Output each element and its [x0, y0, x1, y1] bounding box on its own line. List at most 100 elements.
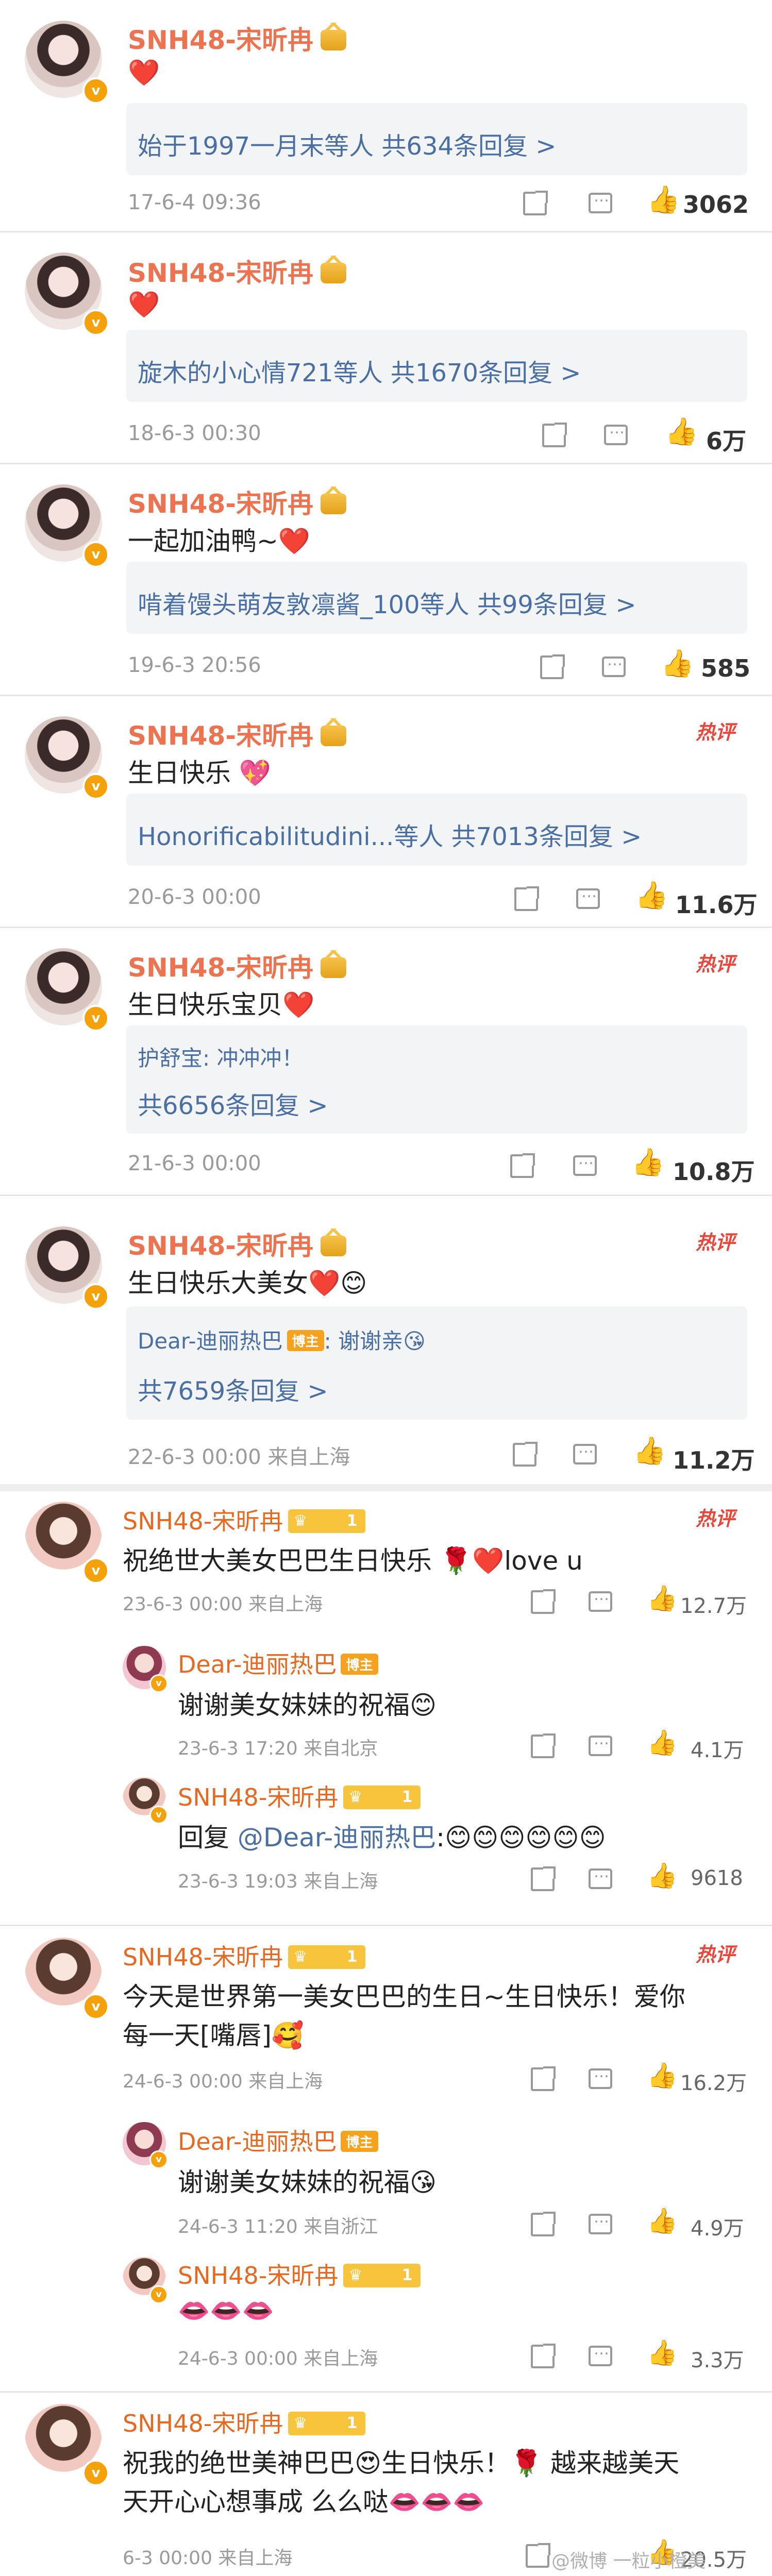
username[interactable]: SNH48-宋昕冉: [128, 947, 347, 984]
watermark: @微博 一粒小橙美: [551, 2551, 706, 2572]
share-icon[interactable]: [513, 1442, 538, 1467]
like-icon[interactable]: 👍: [661, 650, 694, 677]
comment-card: v SNH48-宋昕冉 热评 生日快乐宝贝❤️ 护舒宝: 冲冲冲！ 共6656条…: [0, 928, 772, 1196]
comment-icon[interactable]: [589, 2341, 612, 2366]
comment-text: 生日快乐 💖: [128, 758, 272, 788]
reply-preview[interactable]: 旋木的小心情721等人 共1670条回复 >: [126, 330, 747, 402]
comment-icon[interactable]: [589, 1586, 612, 1612]
timestamp: 21-6-3 00:00: [128, 1152, 261, 1175]
share-icon[interactable]: [531, 1866, 556, 1891]
share-icon[interactable]: [531, 2344, 556, 2368]
verified-icon: v: [149, 2285, 168, 2304]
blogger-badge: 博主: [341, 2131, 378, 2152]
reply-preview[interactable]: Honorificabilitudini...等人 共7013条回复 >: [126, 794, 747, 866]
reply-line[interactable]: Dear-迪丽热巴 博主: 谢谢亲😘: [138, 1324, 426, 1355]
divider: [0, 2391, 772, 2393]
reply-username[interactable]: SNH48-宋昕冉1: [178, 1779, 421, 1813]
comment-icon[interactable]: [589, 1863, 612, 1889]
share-icon[interactable]: [526, 2543, 550, 2568]
username[interactable]: SNH48-宋昕冉: [128, 20, 347, 57]
share-icon[interactable]: [531, 2212, 556, 2236]
timestamp: 23-6-3 19:03 来自上海: [178, 1871, 378, 1892]
like-icon[interactable]: 👍: [647, 187, 680, 213]
username[interactable]: SNH48-宋昕冉1: [123, 2405, 366, 2439]
reply-preview[interactable]: 始于1997一月末等人 共634条回复 >: [126, 103, 747, 175]
like-icon[interactable]: 👍: [647, 2063, 678, 2088]
share-icon[interactable]: [542, 423, 567, 447]
divider: [0, 1925, 772, 1926]
like-icon[interactable]: 👍: [665, 418, 698, 445]
reply-summary[interactable]: 旋木的小心情721等人 共1670条回复 >: [138, 352, 581, 389]
like-count: 4.1万: [691, 1739, 744, 1762]
like-count: 3062: [683, 191, 749, 218]
username[interactable]: SNH48-宋昕冉1: [123, 1939, 366, 1973]
like-icon[interactable]: 👍: [647, 2341, 678, 2365]
reply-text: : 谢谢亲😘: [324, 1328, 426, 1354]
reply-summary[interactable]: Honorificabilitudini...等人 共7013条回复 >: [138, 816, 642, 852]
timestamp: 23-6-3 17:20 来自北京: [178, 1738, 378, 1759]
like-count: 16.2万: [680, 2072, 747, 2095]
like-icon[interactable]: 👍: [635, 882, 668, 909]
comment-thread: v SNH48-宋昕冉1 热评 祝绝世大美女巴巴生日快乐 🌹❤️love u 2…: [0, 1491, 772, 1914]
share-icon[interactable]: [531, 1733, 556, 1758]
share-icon[interactable]: [523, 191, 548, 215]
reply-summary[interactable]: 共6656条回复 >: [138, 1085, 328, 1121]
verified-icon: v: [82, 541, 109, 568]
like-icon[interactable]: 👍: [633, 1438, 666, 1464]
like-count: 4.9万: [691, 2217, 744, 2241]
reply-preview[interactable]: 啃着馒头萌友敦凛酱_100等人 共99条回复 >: [126, 562, 747, 634]
username[interactable]: SNH48-宋昕冉1: [123, 1503, 366, 1537]
mention-link[interactable]: @Dear-迪丽热巴: [238, 1823, 436, 1853]
verified-icon: v: [82, 2460, 109, 2486]
hot-comment-badge: 热评: [696, 1507, 735, 1530]
share-icon[interactable]: [510, 1153, 535, 1178]
comment-text-line2: 每一天[嘴唇]🥰: [123, 2021, 304, 2050]
reply-summary[interactable]: 始于1997一月末等人 共634条回复 >: [138, 126, 557, 162]
comment-thread: v SNH48-宋昕冉1 热评 今天是世界第一美女巴巴的生日~生日快乐！爱你 每…: [0, 1927, 772, 2391]
reply-preview[interactable]: 护舒宝: 冲冲冲！ 共6656条回复 >: [126, 1025, 747, 1134]
reply-username[interactable]: SNH48-宋昕冉1: [178, 2257, 421, 2291]
comment-icon[interactable]: [589, 188, 612, 213]
reply-summary[interactable]: 啃着馒头萌友敦凛酱_100等人 共99条回复 >: [138, 584, 636, 620]
reply-emoji: :😊😊😊😊😊😊: [436, 1823, 606, 1853]
comment-icon[interactable]: [602, 651, 626, 677]
username[interactable]: SNH48-宋昕冉: [128, 252, 347, 290]
reply-text: 谢谢美女妹妹的祝福😊: [178, 1690, 437, 1720]
comment-icon[interactable]: [604, 419, 628, 445]
crown-icon: [321, 718, 347, 746]
level-badge: 1: [288, 1945, 366, 1969]
comment-icon[interactable]: [589, 2063, 612, 2089]
hot-comment-badge: 热评: [696, 953, 735, 975]
reply-preview[interactable]: Dear-迪丽热巴 博主: 谢谢亲😘 共7659条回复 >: [126, 1306, 747, 1420]
reply-summary[interactable]: 共7659条回复 >: [138, 1371, 328, 1407]
reply-username[interactable]: Dear-迪丽热巴 博主: [178, 1646, 378, 1680]
comment-text: ❤️: [128, 290, 160, 319]
username[interactable]: SNH48-宋昕冉: [128, 715, 347, 752]
comment-card: v SNH48-宋昕冉 ❤️ 旋木的小心情721等人 共1670条回复 > 18…: [0, 232, 772, 464]
like-icon[interactable]: 👍: [647, 1586, 678, 1611]
reply-line[interactable]: 护舒宝: 冲冲冲！: [138, 1041, 304, 1072]
comment-icon[interactable]: [589, 1730, 612, 1756]
timestamp: 24-6-3 00:00 来自上海: [123, 2071, 323, 2092]
like-count: 6万: [706, 427, 747, 455]
share-icon[interactable]: [540, 654, 565, 679]
like-icon[interactable]: 👍: [631, 1149, 665, 1176]
reply-username[interactable]: Dear-迪丽热巴 博主: [178, 2123, 378, 2157]
username[interactable]: SNH48-宋昕冉: [128, 1225, 347, 1262]
blogger-badge: 博主: [341, 1654, 378, 1675]
reply-text: 回复 @Dear-迪丽热巴:😊😊😊😊😊😊: [178, 1817, 606, 1854]
share-icon[interactable]: [514, 886, 539, 911]
verified-icon: v: [82, 1005, 109, 1032]
username[interactable]: SNH48-宋昕冉: [128, 483, 347, 520]
like-icon[interactable]: 👍: [647, 2209, 678, 2233]
like-icon[interactable]: 👍: [647, 1863, 678, 1888]
reply-user[interactable]: Dear-迪丽热巴: [138, 1328, 283, 1354]
comment-icon[interactable]: [573, 1150, 597, 1176]
comment-icon[interactable]: [573, 1439, 597, 1464]
comment-thread: v SNH48-宋昕冉1 祝我的绝世美神巴巴😍生日快乐！🌹 越来越美天 天开心心…: [0, 2394, 772, 2576]
share-icon[interactable]: [531, 1589, 556, 1614]
share-icon[interactable]: [531, 2066, 556, 2091]
comment-icon[interactable]: [576, 883, 600, 909]
comment-icon[interactable]: [589, 2209, 612, 2234]
like-icon[interactable]: 👍: [647, 1730, 678, 1755]
